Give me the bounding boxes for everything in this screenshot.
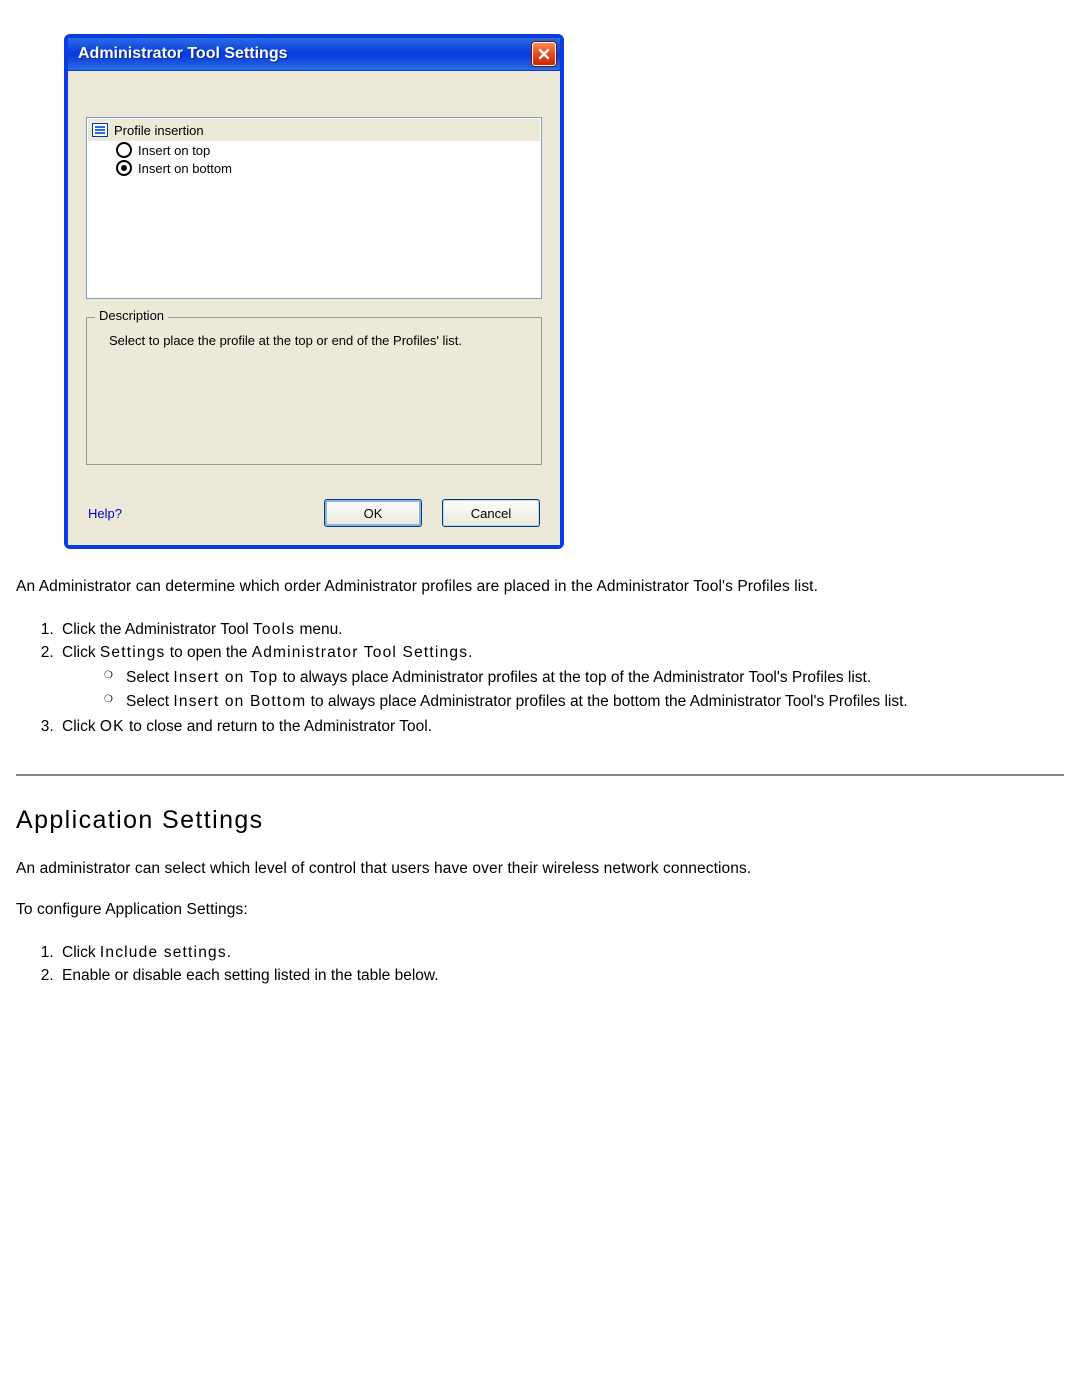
paragraph: To configure Application Settings: — [16, 900, 1064, 921]
text: Click — [62, 644, 100, 661]
substeps: Select Insert on Top to always place Adm… — [62, 666, 1064, 713]
dialog-name: Administrator Tool Settings — [252, 644, 468, 661]
steps-list-2: Click Include settings. Enable or disabl… — [16, 941, 1064, 988]
text: . — [468, 644, 472, 661]
radio-label: Insert on top — [138, 143, 210, 158]
help-link[interactable]: Help? — [88, 506, 304, 521]
action-name: Include settings — [100, 944, 227, 961]
dialog-body: Profile insertion Insert on top Insert o… — [68, 71, 560, 545]
text: to always place Administrator profiles a… — [278, 669, 871, 686]
option-name: Insert on Bottom — [173, 693, 306, 710]
steps-list-1: Click the Administrator Tool Tools menu.… — [16, 618, 1064, 738]
sub-item: Select Insert on Bottom to always place … — [104, 690, 1064, 713]
intro-paragraph: An Administrator can determine which ord… — [16, 577, 1064, 598]
step-item: Click OK to close and return to the Admi… — [58, 715, 1064, 738]
text: . — [227, 944, 231, 961]
menu-name: Tools — [253, 621, 295, 638]
text: menu. — [295, 621, 342, 638]
sub-item: Select Insert on Top to always place Adm… — [104, 666, 1064, 689]
tree-header[interactable]: Profile insertion — [88, 119, 540, 141]
cancel-button[interactable]: Cancel — [442, 499, 540, 527]
radio-label: Insert on bottom — [138, 161, 232, 176]
radio-icon — [116, 142, 132, 158]
button-name: OK — [100, 718, 125, 735]
section-heading: Application Settings — [16, 806, 1064, 835]
group-title: Description — [95, 308, 168, 323]
text: to open the — [166, 644, 252, 661]
list-icon — [92, 123, 108, 137]
option-name: Insert on Top — [173, 669, 278, 686]
text: Select — [126, 669, 173, 686]
close-button[interactable] — [532, 42, 556, 66]
radio-option-top[interactable]: Insert on top — [88, 141, 540, 159]
step-item: Enable or disable each setting listed in… — [58, 964, 1064, 987]
ok-button[interactable]: OK — [324, 499, 422, 527]
close-icon — [538, 48, 550, 60]
radio-option-bottom[interactable]: Insert on bottom — [88, 159, 540, 177]
admin-tool-settings-dialog: Administrator Tool Settings Profile inse… — [64, 34, 564, 549]
section-divider — [16, 774, 1064, 776]
text: Click — [62, 718, 100, 735]
text: Click the Administrator Tool — [62, 621, 253, 638]
text: to close and return to the Administrator… — [125, 718, 432, 735]
tree-header-label: Profile insertion — [114, 123, 204, 138]
text: to always place Administrator profiles a… — [306, 693, 907, 710]
step-item: Click Include settings. — [58, 941, 1064, 964]
action-name: Settings — [100, 644, 166, 661]
radio-selected-icon — [116, 160, 132, 176]
titlebar[interactable]: Administrator Tool Settings — [68, 38, 560, 71]
button-row: Help? OK Cancel — [86, 499, 542, 531]
text: Click — [62, 944, 100, 961]
description-group: Description Select to place the profile … — [86, 317, 542, 465]
paragraph: An administrator can select which level … — [16, 859, 1064, 880]
step-item: Click Settings to open the Administrator… — [58, 641, 1064, 713]
options-list: Profile insertion Insert on top Insert o… — [86, 117, 542, 299]
description-text: Select to place the profile at the top o… — [109, 332, 525, 351]
text: Select — [126, 693, 173, 710]
step-item: Click the Administrator Tool Tools menu. — [58, 618, 1064, 641]
window-title: Administrator Tool Settings — [78, 45, 532, 63]
